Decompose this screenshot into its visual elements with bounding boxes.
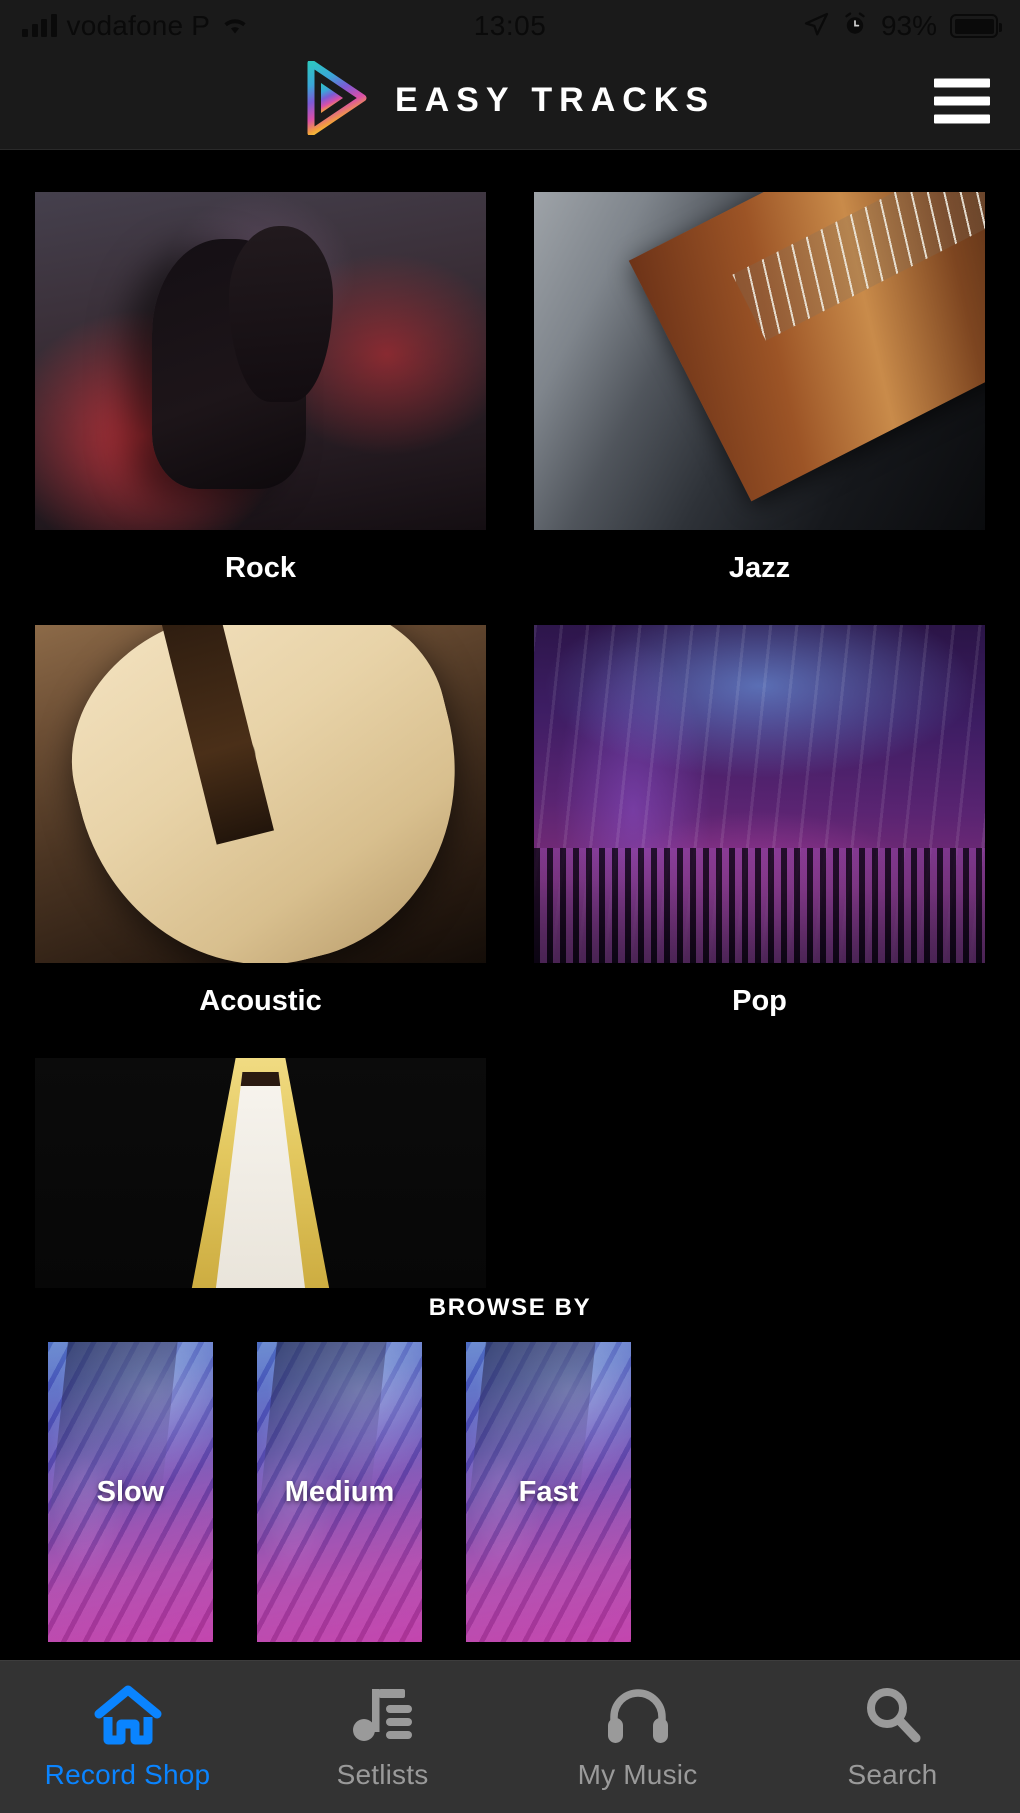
tab-label: Record Shop: [44, 1759, 211, 1790]
tab-bar: Record Shop Setlists My Music Search: [0, 1660, 1020, 1813]
genre-label: Acoustic: [199, 985, 322, 1017]
status-bar: vodafone P 13:05 93%: [0, 0, 1020, 52]
browse-by-section: BROWSE BY Slow Medium Fast: [0, 1288, 1020, 1642]
tempo-tile-fast[interactable]: Fast: [466, 1342, 631, 1642]
tab-record-shop[interactable]: Record Shop: [0, 1679, 255, 1791]
tab-setlists[interactable]: Setlists: [255, 1679, 510, 1791]
tempo-label: Medium: [284, 1475, 395, 1508]
app-title: EASY TRACKS: [394, 81, 716, 119]
genre-card-acoustic[interactable]: Acoustic: [35, 625, 486, 1058]
tempo-label: Fast: [518, 1475, 579, 1508]
hamburger-menu-icon[interactable]: [934, 78, 990, 123]
headphones-icon[interactable]: [603, 1679, 673, 1751]
alarm-clock-icon: [842, 11, 868, 42]
genre-label: Jazz: [728, 552, 791, 584]
search-icon[interactable]: [860, 1679, 926, 1751]
content-scroll-area[interactable]: Rock Jazz Acoustic Pop BROWSE BY Slow Medium…: [0, 150, 1020, 1660]
genre-artwork: [35, 625, 486, 963]
music-list-icon[interactable]: [350, 1679, 416, 1751]
browse-by-heading: BROWSE BY: [428, 1294, 592, 1321]
tempo-label: Slow: [96, 1475, 165, 1508]
tab-my-music[interactable]: My Music: [510, 1679, 765, 1791]
genre-card-rock[interactable]: Rock: [35, 192, 486, 625]
genre-label: Rock: [225, 552, 296, 584]
home-icon[interactable]: [93, 1679, 163, 1751]
tab-label: My Music: [577, 1759, 698, 1790]
genre-label: Pop: [732, 985, 787, 1017]
app-header: EASY TRACKS: [0, 52, 1020, 150]
location-arrow-icon: [803, 11, 829, 42]
brand: EASY TRACKS: [305, 59, 716, 140]
play-triangle-logo: [305, 59, 367, 140]
battery-icon: [950, 14, 1002, 38]
genre-card-jazz[interactable]: Jazz: [534, 192, 985, 625]
genre-artwork: [534, 192, 985, 530]
genre-artwork: [534, 625, 985, 963]
genre-artwork: [35, 192, 486, 530]
tempo-tile-medium[interactable]: Medium: [257, 1342, 422, 1642]
status-bar-right: 93%: [803, 0, 1002, 52]
genre-grid: Rock Jazz Acoustic Pop: [0, 150, 1020, 1288]
genre-card-pop[interactable]: Pop: [534, 625, 985, 1058]
genre-artwork: [35, 1058, 486, 1288]
genre-card-partial[interactable]: [35, 1058, 486, 1288]
tab-label: Search: [847, 1759, 938, 1790]
tempo-row[interactable]: Slow Medium Fast: [0, 1342, 1020, 1642]
tab-search[interactable]: Search: [765, 1679, 1020, 1791]
tempo-tile-slow[interactable]: Slow: [48, 1342, 213, 1642]
battery-percent-label: 93%: [880, 10, 937, 41]
tab-label: Setlists: [336, 1759, 429, 1790]
